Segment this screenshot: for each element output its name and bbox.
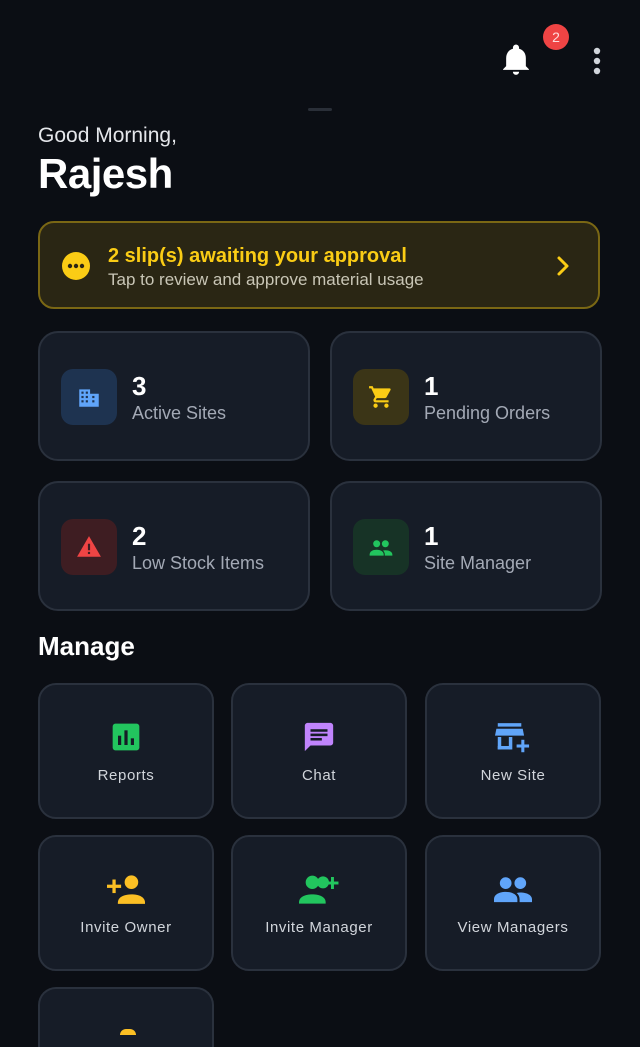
user-name: Rajesh (38, 150, 173, 197)
view-managers-button[interactable]: View Managers (425, 835, 601, 971)
add-store-icon (495, 723, 530, 753)
stat-label: Pending Orders (424, 403, 551, 423)
chat-icon (304, 722, 334, 752)
tile-label: Invite Owner (80, 919, 172, 936)
notification-badge: 2 (543, 24, 569, 50)
people-icon (494, 877, 532, 903)
stat-card-pending-orders[interactable]: 1 Pending Orders (330, 331, 602, 461)
stat-label: Active Sites (132, 403, 227, 423)
stat-card-site-manager[interactable]: 1 Site Manager (330, 481, 602, 611)
chevron-right-icon (557, 256, 569, 276)
pending-dots-icon (62, 252, 90, 280)
stat-value: 1 (424, 371, 439, 401)
invite-manager-button[interactable]: Invite Manager (231, 835, 407, 971)
bell-icon (503, 44, 529, 75)
warning-icon (61, 519, 117, 575)
invite-owner-button[interactable]: Invite Owner (38, 835, 214, 971)
bar-chart-icon (112, 723, 140, 751)
people-icon (353, 519, 409, 575)
more-options-button[interactable] (584, 44, 610, 78)
partial-tile-icon (120, 1029, 136, 1035)
top-bar: 2 (0, 0, 640, 110)
manage-section-title: Manage (38, 631, 135, 661)
building-icon (61, 369, 117, 425)
cart-icon (353, 369, 409, 425)
tile-label: View Managers (457, 919, 569, 936)
stat-value: 3 (132, 371, 147, 401)
more-vertical-icon (593, 47, 601, 75)
approval-banner[interactable]: 2 slip(s) awaiting your approval Tap to … (38, 221, 600, 309)
person-add-icon (107, 875, 145, 904)
stat-value: 1 (424, 521, 439, 551)
manage-tile-partial[interactable] (38, 987, 214, 1047)
stat-label: Low Stock Items (132, 553, 265, 573)
greeting-text: Good Morning, (38, 124, 177, 147)
reports-button[interactable]: Reports (38, 683, 214, 819)
stat-card-active-sites[interactable]: 3 Active Sites (38, 331, 310, 461)
notifications-button[interactable] (496, 40, 536, 80)
tile-label: Reports (97, 767, 155, 784)
chat-button[interactable]: Chat (231, 683, 407, 819)
stat-card-low-stock[interactable]: 2 Low Stock Items (38, 481, 310, 611)
stat-label: Site Manager (424, 553, 532, 573)
approval-subtitle: Tap to review and approve material usage (108, 270, 424, 289)
tile-label: Chat (301, 767, 337, 784)
tile-label: Invite Manager (265, 919, 373, 936)
pull-handle (308, 108, 332, 111)
tile-label: New Site (480, 767, 546, 784)
group-add-icon (299, 875, 339, 904)
new-site-button[interactable]: New Site (425, 683, 601, 819)
approval-title: 2 slip(s) awaiting your approval (108, 245, 407, 267)
stat-value: 2 (132, 521, 147, 551)
